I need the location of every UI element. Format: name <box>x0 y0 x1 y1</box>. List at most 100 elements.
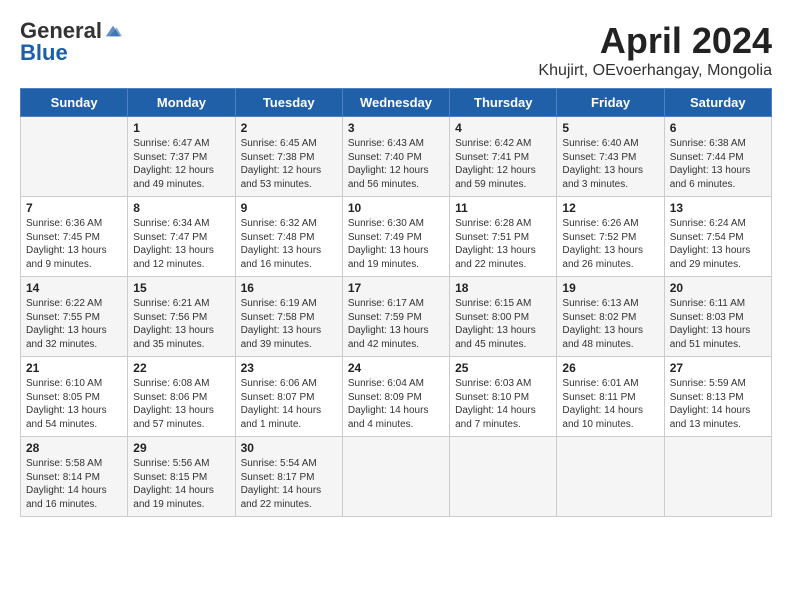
calendar-week-row: 28 Sunrise: 5:58 AM Sunset: 8:14 PM Dayli… <box>21 437 772 517</box>
calendar-cell: 14Sunrise: 6:22 AM Sunset: 7:55 PM Dayli… <box>21 277 128 357</box>
day-info: Sunrise: 6:11 AM Sunset: 8:03 PM Dayligh… <box>670 297 766 351</box>
day-number: 21 <box>26 361 122 375</box>
day-info: Sunrise: 6:10 AM Sunset: 8:05 PM Dayligh… <box>26 377 122 431</box>
day-number: 28 <box>26 441 122 455</box>
day-info: Sunrise: 6:21 AM Sunset: 7:56 PM Dayligh… <box>133 297 229 351</box>
calendar-cell: 8 Sunrise: 6:34 AM Sunset: 7:47 PM Daylig… <box>128 197 235 277</box>
day-number: 26 <box>562 361 658 375</box>
calendar-cell: 22Sunrise: 6:08 AM Sunset: 8:06 PM Dayli… <box>128 357 235 437</box>
day-number: 27 <box>670 361 766 375</box>
logo-blue-text: Blue <box>20 42 68 64</box>
day-number: 13 <box>670 201 766 215</box>
calendar-cell: 7 Sunrise: 6:36 AM Sunset: 7:45 PM Daylig… <box>21 197 128 277</box>
calendar-week-row: 14Sunrise: 6:22 AM Sunset: 7:55 PM Dayli… <box>21 277 772 357</box>
calendar-cell: 18Sunrise: 6:15 AM Sunset: 8:00 PM Dayli… <box>450 277 557 357</box>
day-info: Sunrise: 6:26 AM Sunset: 7:52 PM Dayligh… <box>562 217 658 271</box>
day-info: Sunrise: 6:19 AM Sunset: 7:58 PM Dayligh… <box>241 297 337 351</box>
day-number: 10 <box>348 201 444 215</box>
calendar-cell: 9 Sunrise: 6:32 AM Sunset: 7:48 PM Daylig… <box>235 197 342 277</box>
day-info: Sunrise: 6:43 AM Sunset: 7:40 PM Dayligh… <box>348 137 444 191</box>
weekday-header: Wednesday <box>342 89 449 117</box>
calendar-cell: 1Sunrise: 6:47 AM Sunset: 7:37 PM Daylig… <box>128 117 235 197</box>
day-info: Sunrise: 6:36 AM Sunset: 7:45 PM Dayligh… <box>26 217 122 271</box>
calendar-cell: 5 Sunrise: 6:40 AM Sunset: 7:43 PM Daylig… <box>557 117 664 197</box>
calendar-cell: 3Sunrise: 6:43 AM Sunset: 7:40 PM Daylig… <box>342 117 449 197</box>
calendar-cell: 21 Sunrise: 6:10 AM Sunset: 8:05 PM Dayli… <box>21 357 128 437</box>
calendar-cell <box>21 117 128 197</box>
day-number: 9 <box>241 201 337 215</box>
day-info: Sunrise: 6:34 AM Sunset: 7:47 PM Dayligh… <box>133 217 229 271</box>
day-info: Sunrise: 6:08 AM Sunset: 8:06 PM Dayligh… <box>133 377 229 431</box>
day-number: 16 <box>241 281 337 295</box>
day-number: 18 <box>455 281 551 295</box>
day-number: 20 <box>670 281 766 295</box>
day-number: 30 <box>241 441 337 455</box>
day-info: Sunrise: 6:38 AM Sunset: 7:44 PM Dayligh… <box>670 137 766 191</box>
day-info: Sunrise: 6:45 AM Sunset: 7:38 PM Dayligh… <box>241 137 337 191</box>
day-info: Sunrise: 6:06 AM Sunset: 8:07 PM Dayligh… <box>241 377 337 431</box>
weekday-header: Friday <box>557 89 664 117</box>
day-number: 29 <box>133 441 229 455</box>
day-number: 8 <box>133 201 229 215</box>
weekday-header: Sunday <box>21 89 128 117</box>
location-subtitle: Khujirt, OEvoerhangay, Mongolia <box>538 62 772 80</box>
weekday-header: Tuesday <box>235 89 342 117</box>
day-info: Sunrise: 6:30 AM Sunset: 7:49 PM Dayligh… <box>348 217 444 271</box>
calendar-cell <box>557 437 664 517</box>
day-number: 25 <box>455 361 551 375</box>
page-header: General Blue April 2024 Khujirt, OEvoerh… <box>20 20 772 80</box>
day-number: 24 <box>348 361 444 375</box>
calendar-cell: 13 Sunrise: 6:24 AM Sunset: 7:54 PM Dayli… <box>664 197 771 277</box>
calendar-cell <box>450 437 557 517</box>
day-number: 15 <box>133 281 229 295</box>
calendar-cell: 30 Sunrise: 5:54 AM Sunset: 8:17 PM Dayli… <box>235 437 342 517</box>
day-number: 7 <box>26 201 122 215</box>
day-info: Sunrise: 6:17 AM Sunset: 7:59 PM Dayligh… <box>348 297 444 351</box>
day-number: 23 <box>241 361 337 375</box>
day-info: Sunrise: 6:40 AM Sunset: 7:43 PM Dayligh… <box>562 137 658 191</box>
day-info: Sunrise: 6:42 AM Sunset: 7:41 PM Dayligh… <box>455 137 551 191</box>
day-number: 6 <box>670 121 766 135</box>
day-number: 17 <box>348 281 444 295</box>
calendar-cell <box>664 437 771 517</box>
day-info: Sunrise: 5:58 AM Sunset: 8:14 PM Dayligh… <box>26 457 122 511</box>
calendar-cell: 16 Sunrise: 6:19 AM Sunset: 7:58 PM Dayli… <box>235 277 342 357</box>
calendar-cell: 19Sunrise: 6:13 AM Sunset: 8:02 PM Dayli… <box>557 277 664 357</box>
calendar-cell: 15 Sunrise: 6:21 AM Sunset: 7:56 PM Dayli… <box>128 277 235 357</box>
day-info: Sunrise: 5:54 AM Sunset: 8:17 PM Dayligh… <box>241 457 337 511</box>
day-number: 12 <box>562 201 658 215</box>
calendar-week-row: 1Sunrise: 6:47 AM Sunset: 7:37 PM Daylig… <box>21 117 772 197</box>
logo-icon <box>104 22 122 40</box>
day-info: Sunrise: 6:32 AM Sunset: 7:48 PM Dayligh… <box>241 217 337 271</box>
day-number: 1 <box>133 121 229 135</box>
calendar-cell <box>342 437 449 517</box>
weekday-header: Saturday <box>664 89 771 117</box>
calendar-cell: 20 Sunrise: 6:11 AM Sunset: 8:03 PM Dayli… <box>664 277 771 357</box>
calendar-cell: 29Sunrise: 5:56 AM Sunset: 8:15 PM Dayli… <box>128 437 235 517</box>
calendar-table: SundayMondayTuesdayWednesdayThursdayFrid… <box>20 88 772 517</box>
month-title: April 2024 <box>538 20 772 62</box>
calendar-header-row: SundayMondayTuesdayWednesdayThursdayFrid… <box>21 89 772 117</box>
day-info: Sunrise: 6:03 AM Sunset: 8:10 PM Dayligh… <box>455 377 551 431</box>
day-info: Sunrise: 6:04 AM Sunset: 8:09 PM Dayligh… <box>348 377 444 431</box>
weekday-header: Monday <box>128 89 235 117</box>
calendar-cell: 2 Sunrise: 6:45 AM Sunset: 7:38 PM Daylig… <box>235 117 342 197</box>
calendar-cell: 28 Sunrise: 5:58 AM Sunset: 8:14 PM Dayli… <box>21 437 128 517</box>
logo-general-text: General <box>20 20 102 42</box>
calendar-cell: 11Sunrise: 6:28 AM Sunset: 7:51 PM Dayli… <box>450 197 557 277</box>
day-number: 2 <box>241 121 337 135</box>
calendar-cell: 26Sunrise: 6:01 AM Sunset: 8:11 PM Dayli… <box>557 357 664 437</box>
calendar-cell: 23 Sunrise: 6:06 AM Sunset: 8:07 PM Dayli… <box>235 357 342 437</box>
day-info: Sunrise: 5:59 AM Sunset: 8:13 PM Dayligh… <box>670 377 766 431</box>
calendar-cell: 12 Sunrise: 6:26 AM Sunset: 7:52 PM Dayli… <box>557 197 664 277</box>
calendar-cell: 6 Sunrise: 6:38 AM Sunset: 7:44 PM Daylig… <box>664 117 771 197</box>
weekday-header: Thursday <box>450 89 557 117</box>
logo: General Blue <box>20 20 122 64</box>
day-number: 5 <box>562 121 658 135</box>
calendar-cell: 10 Sunrise: 6:30 AM Sunset: 7:49 PM Dayli… <box>342 197 449 277</box>
calendar-week-row: 7 Sunrise: 6:36 AM Sunset: 7:45 PM Daylig… <box>21 197 772 277</box>
calendar-cell: 25 Sunrise: 6:03 AM Sunset: 8:10 PM Dayli… <box>450 357 557 437</box>
title-block: April 2024 Khujirt, OEvoerhangay, Mongol… <box>538 20 772 80</box>
day-number: 11 <box>455 201 551 215</box>
day-info: Sunrise: 6:24 AM Sunset: 7:54 PM Dayligh… <box>670 217 766 271</box>
